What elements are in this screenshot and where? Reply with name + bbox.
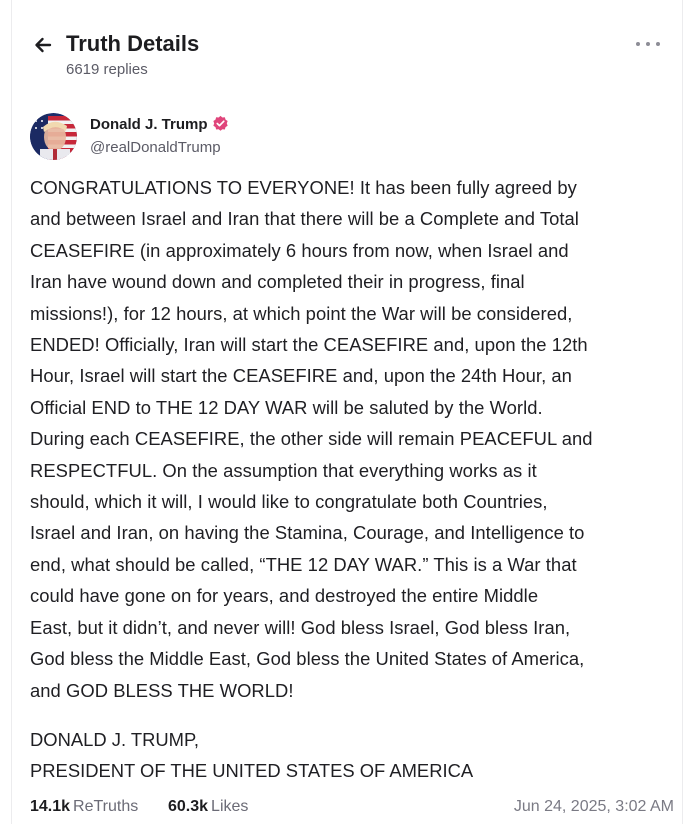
likes-count: 60.3k xyxy=(168,798,209,815)
back-button[interactable] xyxy=(30,32,56,58)
retruths-label: ReTruths xyxy=(73,798,139,815)
page-title: Truth Details xyxy=(66,31,200,56)
author-name[interactable]: Donald J. Trump xyxy=(90,115,229,133)
page-header: Truth Details 6619 replies xyxy=(30,28,670,84)
more-options-button[interactable] xyxy=(636,38,660,50)
arrow-left-icon xyxy=(35,37,52,53)
signature-name: DONALD J. TRUMP, xyxy=(30,729,199,750)
truth-details-page: Truth Details 6619 replies Donald J. Tru… xyxy=(0,0,694,824)
signature-title: PRESIDENT OF THE UNITED STATES OF AMERIC… xyxy=(30,760,474,782)
replies-count[interactable]: 6619 replies xyxy=(66,61,148,78)
avatar[interactable] xyxy=(30,113,77,160)
more-horizontal-icon xyxy=(636,42,640,46)
avatar-image xyxy=(30,113,77,160)
post-signature: DONALD J. TRUMP, PRESIDENT OF THE UNITED… xyxy=(30,724,680,787)
left-divider xyxy=(11,0,12,824)
retruths-count: 14.1k xyxy=(30,798,71,815)
likes-stat[interactable]: 60.3k Likes xyxy=(168,798,248,816)
verified-badge-icon xyxy=(212,115,228,131)
post-stats: 14.1k ReTruths 60.3k Likes Jun 24, 2025, 3… xyxy=(30,796,676,820)
post-timestamp: Jun 24, 2025, 3:02 AM xyxy=(513,798,674,815)
post-text: CONGRATULATIONS TO EVERYONE! It has been… xyxy=(30,177,593,701)
post-content: CONGRATULATIONS TO EVERYONE! It has been… xyxy=(30,172,680,706)
more-horizontal-icon-dot xyxy=(646,42,650,46)
author-name-text: Donald J. Trump xyxy=(90,116,208,133)
more-horizontal-icon-dot xyxy=(656,42,660,46)
author-handle[interactable]: @realDonaldTrump xyxy=(90,139,221,156)
retruths-stat[interactable]: 14.1k ReTruths xyxy=(30,798,138,816)
likes-label: Likes xyxy=(211,798,249,815)
right-divider xyxy=(682,0,683,824)
author-row: Donald J. Trump @realDonaldTrump xyxy=(30,110,670,164)
